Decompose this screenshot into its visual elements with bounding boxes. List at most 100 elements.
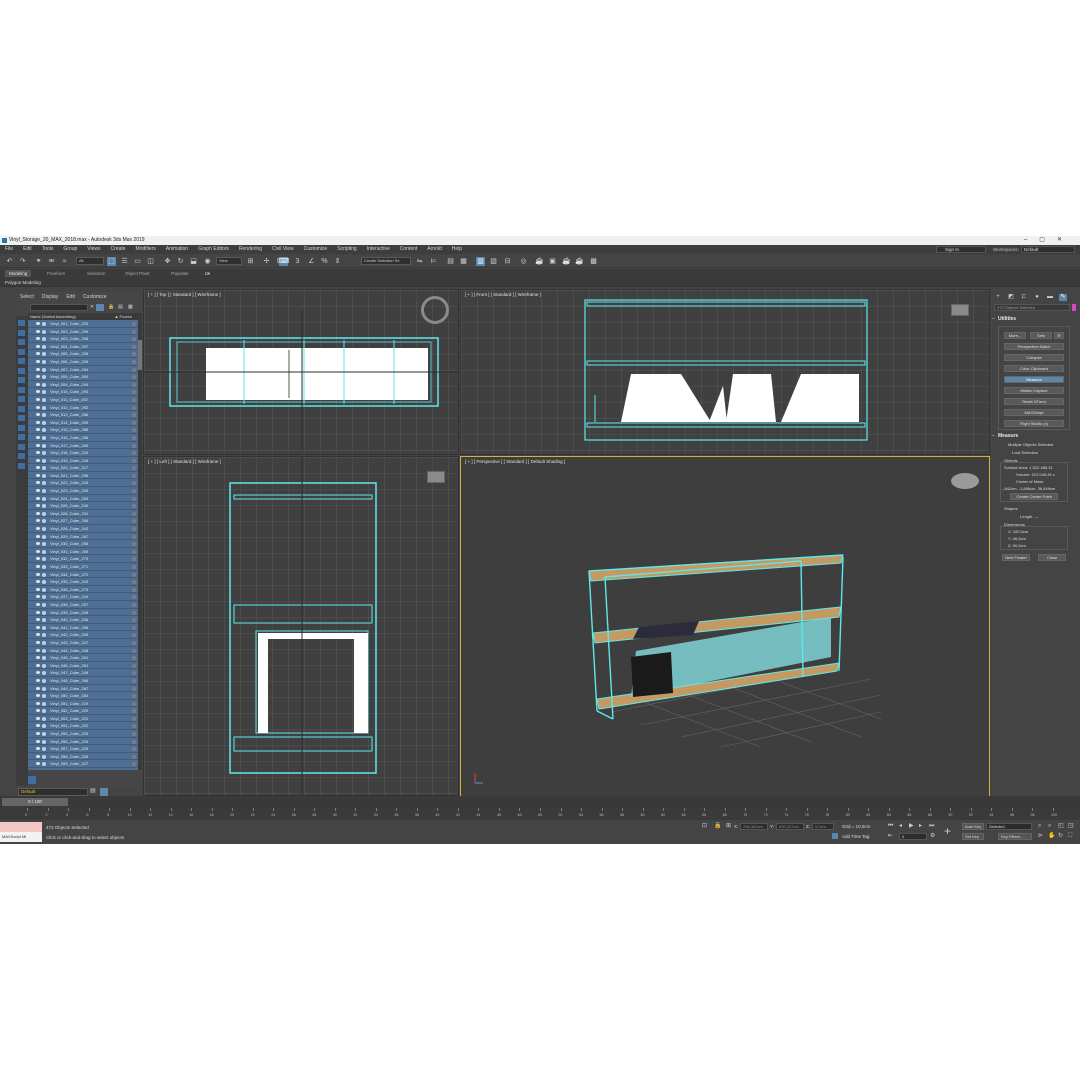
y-coord-field[interactable]: 600,227cm [776,823,804,830]
visibility-eye-icon[interactable] [36,511,40,515]
list-item[interactable]: Vinyl_044_Cube_248 [28,646,138,655]
visibility-eye-icon[interactable] [36,519,40,523]
keyboard-shortcut-toggle-icon[interactable]: ⌨ [279,257,289,266]
viewport-front[interactable]: [ + ] [ Front ] [ Standard ] [ Wireframe… [460,289,990,455]
visibility-eye-icon[interactable] [36,420,40,424]
layer-explorer-icon[interactable]: ▦ [459,257,468,266]
list-item[interactable]: Vinyl_037_Cube_244 [28,593,138,601]
maxscript-input[interactable] [0,822,42,832]
set-key-icon[interactable]: + [944,824,951,838]
visibility-eye-icon[interactable] [36,344,40,348]
freeze-icon[interactable] [132,633,136,638]
freeze-icon[interactable] [132,390,136,395]
mirror-icon[interactable]: ⇋ [415,257,424,266]
list-item[interactable]: Vinyl_034_Cube_272 [28,570,138,579]
absolute-mode-icon[interactable]: ⊞ [726,823,731,830]
renderable-icon[interactable] [42,428,46,433]
renderable-icon[interactable] [42,580,46,585]
freeze-icon[interactable] [132,542,136,547]
reset-xform-button[interactable]: Reset XForm [1004,398,1064,405]
select-manipulate-icon[interactable]: ✢ [262,257,271,266]
more-button[interactable]: More... [1004,332,1026,339]
visibility-eye-icon[interactable] [36,405,40,409]
menu-rendering[interactable]: Rendering [234,245,267,254]
visibility-eye-icon[interactable] [36,542,40,546]
renderable-icon[interactable] [42,633,46,638]
visibility-eye-icon[interactable] [36,322,40,325]
list-item[interactable]: Vinyl_056_Cube_224 [28,737,138,746]
list-item[interactable]: Vinyl_011_Cube_292 [28,395,138,404]
list-item[interactable]: Vinyl_027_Cube_266 [28,517,138,526]
list-item[interactable]: Vinyl_036_Cube_273 [28,585,138,594]
visibility-eye-icon[interactable] [36,359,40,363]
link-icon[interactable]: ⚭ [34,257,43,266]
renderable-icon[interactable] [42,557,46,562]
renderable-icon[interactable] [42,610,46,615]
window-crossing-icon[interactable]: ◫ [146,257,155,266]
freeze-icon[interactable] [132,671,136,676]
visibility-eye-icon[interactable] [36,633,40,637]
renderable-icon[interactable] [42,747,46,752]
display-filter-icon[interactable] [18,320,25,326]
list-item[interactable]: Vinyl_035_Cube_243 [28,578,138,586]
list-item[interactable]: Vinyl_041_Cube_258 [28,623,138,632]
visibility-eye-icon[interactable] [36,557,40,561]
visibility-eye-icon[interactable] [36,352,40,356]
freeze-icon[interactable] [132,405,136,410]
list-item[interactable]: Vinyl_024_Cube_263 [28,494,138,503]
time-tag-icon[interactable] [832,833,838,839]
freeze-icon[interactable] [132,602,136,607]
rendered-frame-window-icon[interactable]: ▣ [548,257,557,266]
create-center-point-button[interactable]: Create Center Point [1010,493,1058,500]
selection-filter-dropdown[interactable]: All [76,257,104,265]
list-item[interactable]: Vinyl_005_Cube_296 [28,350,138,358]
renderable-icon[interactable] [42,466,46,471]
menu-modifiers[interactable]: Modifiers [131,245,161,254]
explorer-scroll-thumb[interactable] [138,340,142,370]
visibility-eye-icon[interactable] [36,747,40,751]
visibility-eye-icon[interactable] [36,640,40,644]
list-item[interactable]: Vinyl_052_Cube_220 [28,707,138,715]
field-of-view-icon[interactable]: ⊳ [1038,833,1043,840]
freeze-icon[interactable] [132,694,136,699]
list-item[interactable]: Vinyl_002_Cube_299 [28,327,138,336]
freeze-icon[interactable] [132,496,136,501]
list-item[interactable]: Vinyl_015_Cube_288 [28,426,138,434]
display-filter-icon[interactable] [18,434,25,440]
renderable-icon[interactable] [42,595,46,600]
move-icon[interactable]: ✥ [163,257,172,266]
set-key-button[interactable]: Set Key [962,833,984,840]
visibility-eye-icon[interactable] [36,602,40,606]
list-item[interactable]: Vinyl_060_Cube_228 [28,768,138,770]
list-item[interactable]: Vinyl_038_Cube_257 [28,600,138,609]
renderable-icon[interactable] [42,359,46,364]
perspective-match-button[interactable]: Perspective Match [1004,343,1064,350]
hierarchy-tab-icon[interactable]: ⊏ [1020,294,1028,301]
display-filter-icon[interactable] [18,443,25,450]
list-item[interactable]: Vinyl_010_Cube_293 [28,388,138,396]
menu-tools[interactable]: Tools [37,245,59,254]
display-filter-icon[interactable] [18,358,25,364]
freeze-icon[interactable] [132,428,136,433]
renderable-icon[interactable] [42,519,46,524]
visibility-eye-icon[interactable] [36,435,40,439]
list-item[interactable]: Vinyl_059_Cube_227 [28,760,138,769]
freeze-icon[interactable] [132,709,136,714]
renderable-icon[interactable] [42,473,46,478]
align-icon[interactable]: ⊨ [429,257,438,266]
display-filter-icon[interactable] [18,462,25,469]
display-filter-icon[interactable] [18,453,25,459]
list-item[interactable]: Vinyl_043_Cube_247 [28,638,138,647]
list-item[interactable]: Vinyl_003_Cube_298 [28,335,138,343]
renderable-icon[interactable] [42,686,46,691]
visibility-eye-icon[interactable] [36,618,40,622]
visibility-eye-icon[interactable] [36,595,40,599]
measure-button[interactable]: Measure [1004,376,1064,383]
pan-icon[interactable]: ✋ [1048,833,1055,840]
selection-name-field[interactable]: 473 Objects Selected [994,304,1070,311]
menu-customize[interactable]: Customize [299,245,333,254]
freeze-icon[interactable] [132,458,136,463]
freeze-icon[interactable] [132,625,136,630]
freeze-icon[interactable] [132,367,136,372]
list-item[interactable]: Vinyl_039_Cube_245 [28,608,138,617]
